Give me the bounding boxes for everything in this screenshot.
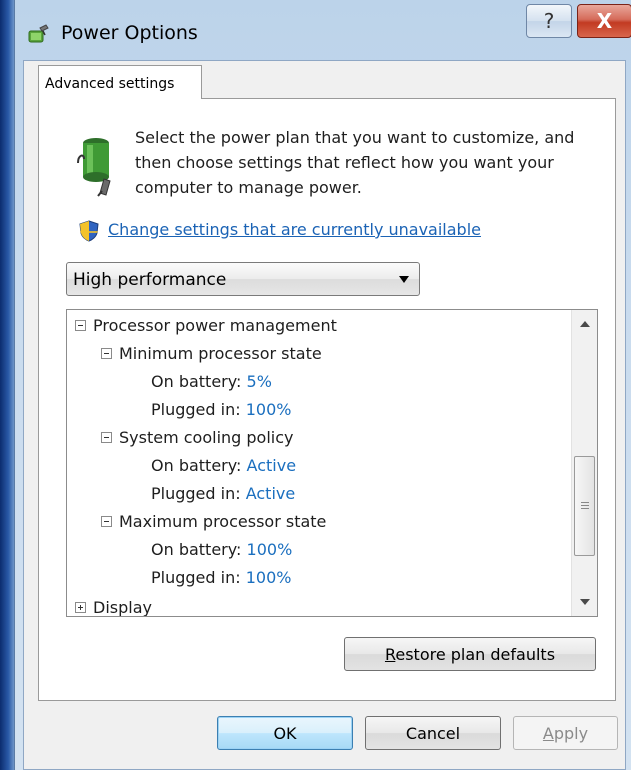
setting-value[interactable]: 100%	[247, 540, 293, 559]
grip-icon	[581, 502, 589, 509]
ok-button[interactable]: OK	[217, 716, 353, 750]
power-options-window: Power Options ? X Advanced settings Sele…	[14, 0, 631, 770]
help-icon: ?	[543, 9, 555, 33]
power-plan-select[interactable]: High performance	[66, 262, 420, 296]
desktop-edge	[0, 0, 14, 770]
tree-item-min-on-battery[interactable]: On battery: 5%	[151, 372, 272, 391]
scroll-up-icon[interactable]	[580, 321, 590, 327]
tree-item-maximum-processor-state[interactable]: Maximum processor state	[101, 512, 326, 531]
scroll-down-icon[interactable]	[580, 599, 590, 605]
setting-value[interactable]: Active	[247, 456, 297, 475]
close-icon: X	[596, 9, 613, 33]
tree-item-processor-power-management[interactable]: Processor power management	[75, 316, 337, 335]
tab-advanced-settings[interactable]: Advanced settings	[38, 65, 202, 99]
window-title: Power Options	[61, 22, 198, 44]
tree-item-system-cooling-policy[interactable]: System cooling policy	[101, 428, 294, 447]
apply-button[interactable]: Apply	[513, 716, 618, 750]
tree-item-minimum-processor-state[interactable]: Minimum processor state	[101, 344, 322, 363]
tree-item-max-plugged-in[interactable]: Plugged in: 100%	[151, 568, 291, 587]
collapse-icon[interactable]	[101, 432, 112, 443]
collapse-icon[interactable]	[101, 516, 112, 527]
title-bar[interactable]: Power Options ? X	[15, 0, 631, 62]
scrollbar-thumb[interactable]	[574, 456, 595, 556]
battery-plug-icon	[77, 138, 111, 197]
setting-value[interactable]: 5%	[247, 372, 272, 391]
expand-icon[interactable]	[75, 602, 86, 613]
tree-item-max-on-battery[interactable]: On battery: 100%	[151, 540, 292, 559]
close-button[interactable]: X	[577, 4, 631, 38]
tree-item-cooling-on-battery[interactable]: On battery: Active	[151, 456, 296, 475]
tree-item-min-plugged-in[interactable]: Plugged in: 100%	[151, 400, 291, 419]
collapse-icon[interactable]	[101, 348, 112, 359]
chevron-down-icon	[399, 276, 409, 283]
tree-item-display[interactable]: Display	[75, 598, 152, 616]
dialog-client-area: Advanced settings Select the power plan …	[23, 60, 626, 770]
uac-shield-icon	[79, 220, 99, 242]
power-plan-value: High performance	[73, 270, 227, 290]
tree-item-cooling-plugged-in[interactable]: Plugged in: Active	[151, 484, 295, 503]
settings-tree[interactable]: Processor power management Minimum proce…	[66, 309, 598, 617]
help-button[interactable]: ?	[526, 4, 572, 38]
setting-value[interactable]: Active	[246, 484, 296, 503]
collapse-icon[interactable]	[75, 320, 86, 331]
power-options-icon	[28, 24, 49, 43]
intro-description: Select the power plan that you want to c…	[135, 128, 575, 197]
setting-value[interactable]: 100%	[246, 400, 292, 419]
tree-scrollbar[interactable]	[571, 310, 597, 616]
restore-plan-defaults-button[interactable]: Restore plan defaults	[344, 637, 596, 671]
change-settings-link[interactable]: Change settings that are currently unava…	[108, 220, 481, 239]
setting-value[interactable]: 100%	[246, 568, 292, 587]
cancel-button[interactable]: Cancel	[365, 716, 501, 750]
